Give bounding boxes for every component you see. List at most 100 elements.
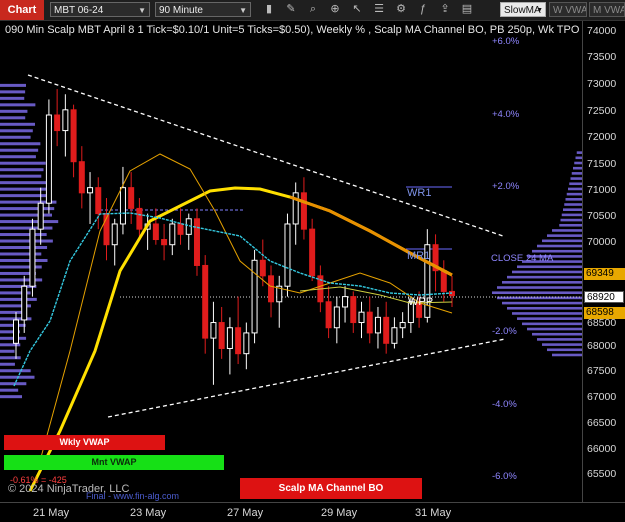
volume-profile-bar <box>497 286 582 289</box>
y-tick-label: 67500 <box>587 365 617 377</box>
candle-body <box>119 187 126 225</box>
chevron-down-icon: ▼ <box>536 7 543 14</box>
candle-body <box>300 192 307 230</box>
chart-tab[interactable]: Chart <box>0 0 44 20</box>
volume-profile-bar <box>0 213 52 217</box>
price-axis[interactable]: 74000 73500 73000 72500 72000 71500 7100… <box>582 21 625 502</box>
scalp-channel-box: Scalp MA Channel BO <box>240 478 422 499</box>
candle-body <box>13 319 19 344</box>
volume-profile-bar <box>0 103 36 107</box>
volume-profile-bar <box>0 187 49 191</box>
volume-profile-bar <box>571 172 582 175</box>
y-tick-label: 65500 <box>587 468 617 480</box>
pct-level-label: +2.0% <box>492 181 520 192</box>
candle-body <box>342 296 349 308</box>
volume-profile-bar <box>569 182 582 186</box>
volume-profile-bar <box>512 312 582 315</box>
x-tick-label: 29 May <box>321 507 358 519</box>
volume-profile-bar <box>0 356 21 360</box>
volume-profile-bar <box>0 362 15 366</box>
pointer-icon[interactable]: ↖ <box>350 2 364 17</box>
x-tick-label: 21 May <box>33 507 70 519</box>
drawing-tools-icon[interactable]: ✎ <box>284 2 298 17</box>
y-tick-label: 67000 <box>587 391 617 403</box>
lower-trendline <box>107 338 506 418</box>
volume-profile-bar <box>547 348 582 352</box>
instrument-select[interactable]: MBT 06-24 ▼ <box>50 2 150 17</box>
candle-body <box>128 187 135 209</box>
y-tick-label: 66500 <box>587 417 617 429</box>
volume-profile-bar <box>0 129 33 133</box>
candle-body <box>210 322 217 339</box>
y-tick-label: 71500 <box>587 158 617 170</box>
volume-profile-bar <box>0 278 43 282</box>
mnt-vwap-box: Mnt VWAP <box>4 455 224 470</box>
candle-body <box>333 306 340 329</box>
zoom-icon[interactable]: ⊕ <box>328 2 342 17</box>
candle-body <box>152 223 159 241</box>
instrument-value: MBT 06-24 <box>54 5 104 16</box>
x-tick-label: 23 May <box>130 507 167 519</box>
candle-body <box>29 228 36 287</box>
candle-body <box>235 327 242 355</box>
strategies-icon[interactable]: ⚙ <box>394 2 408 17</box>
volume-profile-bar <box>0 220 59 224</box>
volume-profile-bar <box>0 161 46 165</box>
interval-select[interactable]: 90 Minute ▼ <box>155 2 251 17</box>
magnify-icon[interactable]: ⌕ <box>306 2 320 17</box>
slowma-select[interactable]: SlowMA ▼ <box>500 2 546 17</box>
candle-body <box>78 161 85 194</box>
chevron-down-icon: ▼ <box>239 6 247 15</box>
volume-profile-bar <box>0 83 26 87</box>
interval-value: 90 Minute <box>159 5 203 16</box>
price-tag-upper: 69349 <box>584 268 625 280</box>
bar-style-icon[interactable]: ▮ <box>262 2 276 17</box>
w-vwap-button[interactable]: W VWAP <box>549 2 587 17</box>
candle-body <box>193 218 200 266</box>
y-tick-label: 73500 <box>587 51 617 63</box>
volume-profile-bar <box>0 168 44 172</box>
candle-body <box>325 301 332 329</box>
volume-profile-bar <box>0 349 15 353</box>
volume-profile-bar <box>542 343 582 346</box>
volume-profile-bar <box>573 166 582 170</box>
volume-profile-bar <box>0 226 53 230</box>
candle-body <box>358 311 365 324</box>
chevron-down-icon: ▼ <box>138 6 146 15</box>
candle-body <box>95 187 102 215</box>
volume-profile-bar <box>564 203 582 206</box>
pct-level-label: -6.0% <box>492 471 517 482</box>
chart-plot-area[interactable]: 090 Min Scalp MBT April 8 1 Tick=$0.10/1… <box>0 21 582 502</box>
candle-body <box>383 316 390 344</box>
chart-toolbar: Chart MBT 06-24 ▼ 90 Minute ▼ ▮ ✎ ⌕ ⊕ ↖ … <box>0 0 625 21</box>
volume-profile-bar <box>559 223 582 227</box>
candle-body <box>284 223 291 287</box>
volume-profile-bar <box>502 301 582 305</box>
volume-profile-bar <box>0 233 47 237</box>
candle-body <box>309 228 316 277</box>
indicators-icon[interactable]: ƒ <box>416 2 430 17</box>
candle-body <box>399 322 406 329</box>
volume-profile-bar <box>0 174 42 178</box>
time-axis[interactable]: 21 May 23 May 27 May 29 May 31 May <box>0 502 625 522</box>
m-vwap-button[interactable]: M VWAP <box>589 2 625 17</box>
candle-body <box>350 296 357 324</box>
volume-profile-bar <box>0 382 27 386</box>
volume-profile-bar <box>566 192 582 196</box>
volume-profile-bar <box>0 116 26 120</box>
volume-profile-bar <box>0 148 39 152</box>
x-tick-label: 27 May <box>227 507 264 519</box>
properties-icon[interactable]: ☰ <box>372 2 386 17</box>
x-tick-label: 31 May <box>415 507 452 519</box>
footer-link[interactable]: Final - www.fin-alg.com <box>86 491 179 501</box>
candle-body <box>87 187 94 194</box>
volume-profile-bar <box>563 208 582 211</box>
templates-icon[interactable]: ▤ <box>460 2 474 17</box>
y-tick-label: 72500 <box>587 105 617 117</box>
candle-body <box>218 322 225 349</box>
share-icon[interactable]: ⇪ <box>438 2 452 17</box>
y-tick-label: 70000 <box>587 236 617 248</box>
candle-body <box>440 270 447 292</box>
y-tick-label: 74000 <box>587 25 617 37</box>
volume-profile-bar <box>0 207 55 211</box>
